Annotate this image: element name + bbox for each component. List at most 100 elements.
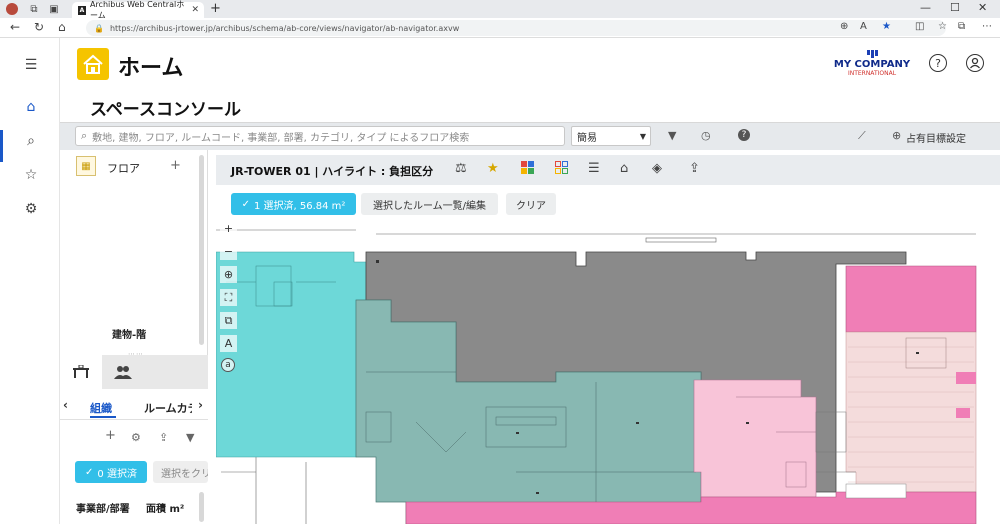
logo-main-text: MY COMPANY bbox=[833, 59, 911, 70]
active-subtab-underline bbox=[90, 416, 116, 418]
column-header-area: 面積 m² bbox=[146, 504, 185, 515]
floor-search-input[interactable]: ⌕ 敷地, 建物, フロア, ルームコード, 事業部, 部署, カテゴリ, タイ… bbox=[75, 126, 565, 146]
browser-tab-bar: ⧉ ▣ A Archibus Web Centralホーム ✕ + — ☐ ✕ bbox=[0, 0, 1000, 20]
floor-panel-title: フロア bbox=[107, 162, 140, 175]
building-level-label: 建物-階 bbox=[112, 330, 147, 341]
app-title: ホーム bbox=[118, 56, 184, 81]
room-pink-upper[interactable] bbox=[845, 265, 977, 333]
occupancy-target-setting[interactable]: 占有目標設定 bbox=[906, 130, 966, 145]
maximize-icon[interactable]: ☐ bbox=[950, 1, 960, 14]
zoom-out-button[interactable]: − bbox=[220, 243, 237, 260]
nav-settings-icon[interactable]: ⚙ bbox=[22, 200, 40, 218]
subtab-room-category[interactable]: ルームカテゴリ bbox=[144, 400, 192, 416]
floor-plan-drawing[interactable] bbox=[216, 222, 1000, 524]
export-icon[interactable]: ⇪ bbox=[159, 431, 168, 444]
org-selected-count-label: 0 選択済 bbox=[97, 468, 137, 480]
text-tool-A-button[interactable]: A bbox=[220, 335, 237, 352]
profile-avatar[interactable] bbox=[6, 3, 18, 15]
copy-drawing-icon[interactable]: ⧉ bbox=[220, 312, 237, 329]
room-light-pink[interactable] bbox=[693, 379, 817, 498]
favorites-icon[interactable]: ☆ bbox=[938, 21, 947, 32]
settings-gear-icon[interactable]: ⚙ bbox=[131, 431, 141, 444]
target-settings-icon[interactable]: ⊕ bbox=[892, 129, 901, 142]
subtab-organization[interactable]: 組織 bbox=[90, 400, 112, 416]
filter-icon[interactable]: ▼ bbox=[668, 129, 676, 142]
help-circle-icon[interactable]: ? bbox=[738, 129, 750, 141]
tab-workspace[interactable] bbox=[60, 355, 102, 389]
search-mode-value: 簡易 bbox=[577, 132, 597, 144]
share-export-icon[interactable]: ⇪ bbox=[689, 161, 700, 176]
chart-icon[interactable]: ⟋ bbox=[858, 129, 866, 143]
desk-icon bbox=[73, 365, 89, 378]
zoom-in-button[interactable]: + bbox=[220, 220, 237, 237]
zoom-icon[interactable]: ⊕ bbox=[840, 21, 848, 32]
tab-employees[interactable] bbox=[102, 355, 144, 389]
subtab-prev-icon[interactable]: ‹ bbox=[63, 398, 68, 412]
label-grid-icon[interactable] bbox=[555, 161, 568, 178]
active-nav-indicator bbox=[0, 130, 3, 162]
reload-icon[interactable]: ↻ bbox=[34, 20, 44, 34]
add-floor-button[interactable]: + bbox=[170, 158, 181, 173]
floor-panel-scrollbar[interactable] bbox=[199, 155, 204, 345]
split-screen-icon[interactable]: ◫ bbox=[915, 21, 924, 32]
filter-panel-icon[interactable]: ▼ bbox=[186, 431, 194, 444]
nav-home-icon[interactable]: ⌂ bbox=[22, 98, 40, 116]
company-logo: MY COMPANY INTERNATIONAL bbox=[832, 50, 912, 77]
user-profile-icon[interactable] bbox=[966, 54, 984, 72]
url-text: https://archibus-jrtower.jp/archibus/sch… bbox=[109, 23, 460, 33]
more-menu-icon[interactable]: ⋯ bbox=[982, 21, 992, 32]
nav-search-icon[interactable]: ⌕ bbox=[22, 132, 40, 150]
minimize-icon[interactable]: — bbox=[920, 1, 931, 14]
column-header-department: 事業部/部署 bbox=[76, 504, 130, 515]
tab-actions-icon[interactable]: ▣ bbox=[48, 3, 60, 15]
subtab-next-icon[interactable]: › bbox=[198, 398, 203, 412]
collections-bar-icon[interactable]: ⧉ bbox=[958, 21, 965, 32]
home-icon bbox=[83, 54, 103, 74]
home-badge bbox=[77, 48, 109, 80]
history-clock-icon[interactable]: ◷ bbox=[701, 129, 711, 142]
locate-icon[interactable]: ⊕ bbox=[220, 266, 237, 283]
search-mode-select[interactable]: 簡易 ▼ bbox=[571, 126, 651, 146]
read-aloud-icon[interactable]: A bbox=[860, 21, 867, 32]
people-icon bbox=[114, 366, 132, 379]
floor-panel bbox=[60, 150, 208, 355]
search-icon: ⌕ bbox=[81, 129, 88, 142]
favorite-star-icon[interactable]: ★ bbox=[882, 21, 891, 32]
close-window-icon[interactable]: ✕ bbox=[978, 1, 987, 14]
chevron-down-icon: ▼ bbox=[639, 131, 646, 141]
legend-list-icon[interactable]: ☰ bbox=[588, 161, 600, 176]
fit-extent-icon[interactable]: ⛶ bbox=[220, 289, 237, 306]
org-selected-count-button[interactable]: ✓ 0 選択済 bbox=[75, 461, 147, 483]
collections-icon[interactable]: ⧉ bbox=[28, 3, 40, 15]
url-field[interactable]: 🔒 https://archibus-jrtower.jp/archibus/s… bbox=[86, 20, 946, 36]
home-browser-icon[interactable]: ⌂ bbox=[58, 20, 66, 34]
text-tool-a-button[interactable]: a bbox=[221, 358, 235, 372]
new-tab-button[interactable]: + bbox=[210, 1, 221, 16]
org-panel-scrollbar[interactable] bbox=[199, 492, 204, 522]
color-grid-icon[interactable] bbox=[521, 161, 534, 178]
floor-plan-canvas[interactable] bbox=[216, 222, 1000, 524]
nav-favorites-icon[interactable]: ☆ bbox=[22, 166, 40, 184]
address-bar: ← ↻ ⌂ 🔒 https://archibus-jrtower.jp/arch… bbox=[0, 18, 1000, 38]
drawing-selected-badge[interactable]: ✓ 1 選択済, 56.84 m² bbox=[231, 193, 356, 215]
logo-sub-text: INTERNATIONAL bbox=[847, 70, 897, 77]
selected-rooms-list-button[interactable]: 選択したルーム一覧/編集 bbox=[361, 193, 498, 215]
layers-icon[interactable]: ◈ bbox=[652, 161, 662, 176]
building-icon: ▦ bbox=[76, 156, 96, 176]
org-clear-selection-button[interactable]: 選択をクリア bbox=[153, 461, 208, 483]
tag-icon[interactable]: ⌂ bbox=[620, 161, 628, 176]
check-icon: ✓ bbox=[241, 198, 250, 210]
drawing-title: JR-TOWER 01 | ハイライト : 負担区分 bbox=[231, 165, 434, 178]
clear-button[interactable]: クリア bbox=[506, 193, 556, 215]
add-icon[interactable]: + bbox=[105, 428, 116, 443]
help-button[interactable]: ? bbox=[929, 54, 947, 72]
close-tab-icon[interactable]: ✕ bbox=[191, 5, 199, 15]
check-icon: ✓ bbox=[85, 466, 94, 478]
hamburger-menu-icon[interactable]: ☰ bbox=[22, 56, 40, 74]
browser-tab[interactable]: A Archibus Web Centralホーム ✕ bbox=[72, 0, 204, 20]
app-left-nav: ☰ ⌂ ⌕ ☆ ⚙ bbox=[0, 38, 60, 524]
highlight-star-icon[interactable]: ★ bbox=[487, 161, 499, 176]
back-icon[interactable]: ← bbox=[10, 20, 20, 34]
search-placeholder: 敷地, 建物, フロア, ルームコード, 事業部, 部署, カテゴリ, タイプ … bbox=[92, 132, 470, 144]
compare-icon[interactable]: ⚖ bbox=[455, 161, 467, 176]
